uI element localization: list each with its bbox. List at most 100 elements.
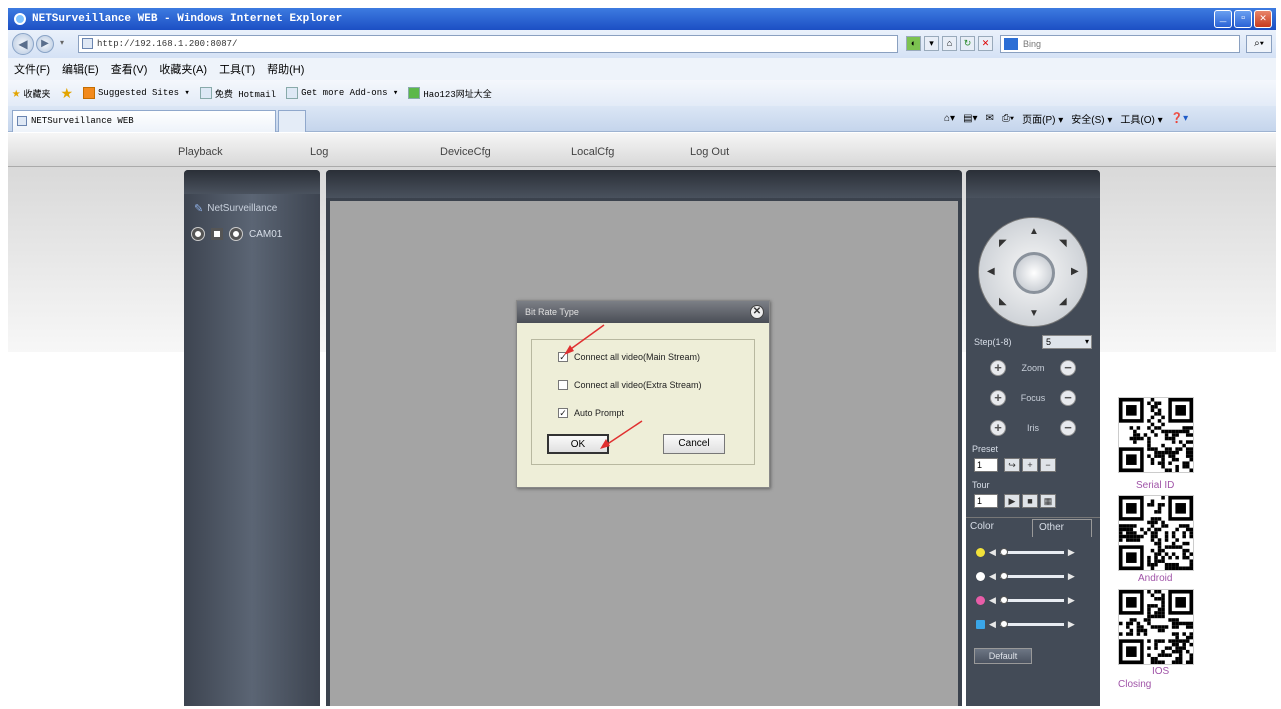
new-tab-button[interactable]	[278, 110, 306, 132]
feeds-icon[interactable]: ▤▾	[963, 113, 977, 124]
ptz-up-icon[interactable]: ▲	[1029, 226, 1039, 237]
checkbox-box[interactable]: ✓	[558, 352, 568, 362]
menu-view[interactable]: 查看(V)	[111, 61, 148, 77]
increase-icon[interactable]: ▶	[1068, 571, 1075, 582]
decrease-icon[interactable]: ◀	[989, 595, 996, 606]
step-select[interactable]: 5 ▾	[1042, 335, 1092, 349]
preset-add-button[interactable]: +	[1022, 458, 1038, 472]
history-dropdown-icon[interactable]: ▾	[60, 38, 64, 47]
menu-file[interactable]: 文件(F)	[14, 61, 50, 77]
nav-devicecfg[interactable]: DeviceCfg	[440, 146, 491, 158]
tab-other[interactable]: Other	[1032, 519, 1092, 537]
tools-menu[interactable]: 工具(O) ▾	[1120, 111, 1162, 126]
help-icon[interactable]: ❓▾	[1171, 113, 1188, 124]
tab-color[interactable]: Color	[970, 521, 994, 532]
fav-hotmail[interactable]: 免费 Hotmail	[199, 87, 276, 100]
add-favorite-icon[interactable]: ★	[60, 85, 73, 102]
print-icon[interactable]: ⎙▾	[1002, 113, 1014, 124]
ios-qr	[1118, 589, 1194, 665]
ptz-downright-icon[interactable]: ◢	[1059, 296, 1067, 307]
minimize-button[interactable]: _	[1214, 10, 1232, 28]
refresh-icon[interactable]: ↻	[960, 36, 975, 51]
focus-in-button[interactable]: +	[990, 390, 1006, 406]
decrease-icon[interactable]: ◀	[989, 619, 996, 630]
saturation-slider[interactable]: ◀ ▶	[976, 595, 1075, 606]
ptz-down-icon[interactable]: ▼	[1029, 308, 1039, 319]
ptz-center-button[interactable]	[1013, 252, 1055, 294]
brightness-slider[interactable]: ◀ ▶	[976, 547, 1075, 558]
menu-edit[interactable]: 编辑(E)	[62, 61, 99, 77]
zoom-in-button[interactable]: +	[990, 360, 1006, 376]
default-button[interactable]: Default	[974, 648, 1032, 664]
ptz-upleft-icon[interactable]: ◤	[999, 238, 1007, 249]
dropdown-icon[interactable]: ▾	[924, 36, 939, 51]
camera-row[interactable]: CAM01	[192, 228, 282, 240]
tour-stop-button[interactable]: ■	[1022, 494, 1038, 508]
address-input[interactable]: http://192.168.1.200:8087/	[78, 35, 898, 53]
tour-grid-button[interactable]: ▦	[1040, 494, 1056, 508]
back-button[interactable]: ◀	[12, 33, 34, 55]
mail-icon[interactable]: ✉	[986, 113, 994, 124]
ptz-right-icon[interactable]: ▶	[1071, 266, 1079, 277]
main-stream-checkbox[interactable]: ✓ Connect all video(Main Stream)	[558, 352, 700, 362]
checkbox-box[interactable]: ✓	[558, 408, 568, 418]
tour-input[interactable]: 1	[974, 494, 998, 508]
preset-input[interactable]: 1	[974, 458, 998, 472]
zoom-out-button[interactable]: −	[1060, 360, 1076, 376]
iris-open-button[interactable]: +	[990, 420, 1006, 436]
extra-stream-checkbox[interactable]: Connect all video(Extra Stream)	[558, 380, 702, 390]
preset-goto-button[interactable]: ↪	[1004, 458, 1020, 472]
menu-help[interactable]: 帮助(H)	[267, 61, 304, 77]
close-window-button[interactable]: ✕	[1254, 10, 1272, 28]
increase-icon[interactable]: ▶	[1068, 595, 1075, 606]
hue-slider[interactable]: ◀ ▶	[976, 619, 1075, 630]
search-button[interactable]: ⌕▾	[1246, 35, 1272, 53]
nav-playback[interactable]: Playback	[178, 146, 223, 158]
iris-close-button[interactable]: −	[1060, 420, 1076, 436]
safety-menu[interactable]: 安全(S) ▾	[1071, 111, 1112, 126]
ptz-upright-icon[interactable]: ◥	[1059, 238, 1067, 249]
decrease-icon[interactable]: ◀	[989, 547, 996, 558]
cancel-button[interactable]: Cancel	[663, 434, 725, 454]
command-bar: ⌂▾ ▤▾ ✉ ⎙▾ 页面(P) ▾ 安全(S) ▾ 工具(O) ▾ ❓▾	[944, 111, 1188, 126]
menu-favorites[interactable]: 收藏夹(A)	[159, 61, 207, 77]
contrast-icon	[976, 572, 985, 581]
stop-icon[interactable]	[211, 228, 223, 240]
ok-button[interactable]: OK	[547, 434, 609, 454]
nav-log[interactable]: Log	[310, 146, 328, 158]
search-input[interactable]: Bing	[1000, 35, 1240, 53]
dialog-close-button[interactable]: ✕	[750, 305, 764, 319]
fav-addons[interactable]: Get more Add-ons ▾	[286, 87, 398, 99]
ptz-downleft-icon[interactable]: ◣	[999, 296, 1007, 307]
increase-icon[interactable]: ▶	[1068, 547, 1075, 558]
forward-button[interactable]: ▶	[36, 35, 54, 53]
play-icon[interactable]	[230, 228, 242, 240]
nav-logout[interactable]: Log Out	[690, 146, 729, 158]
menu-tools[interactable]: 工具(T)	[219, 61, 255, 77]
fav-suggested-sites[interactable]: Suggested Sites ▾	[83, 87, 190, 99]
nav-localcfg[interactable]: LocalCfg	[571, 146, 614, 158]
record-icon[interactable]	[192, 228, 204, 240]
stop-icon[interactable]: ✕	[978, 36, 993, 51]
rss-icon[interactable]: ⌂	[942, 36, 957, 51]
closing-link[interactable]: Closing	[1118, 679, 1151, 690]
home-icon[interactable]: ⌂▾	[944, 113, 955, 124]
tour-play-button[interactable]: ▶	[1004, 494, 1020, 508]
decrease-icon[interactable]: ◀	[989, 571, 996, 582]
checkbox-box[interactable]	[558, 380, 568, 390]
compat-icon[interactable]: ◐	[906, 36, 921, 51]
device-tree-root[interactable]: ✎ NetSurveillance	[194, 202, 277, 215]
browser-tab[interactable]: NETSurveillance WEB	[12, 110, 276, 132]
maximize-button[interactable]: ▫	[1234, 10, 1252, 28]
android-label: Android	[1138, 573, 1173, 584]
focus-out-button[interactable]: −	[1060, 390, 1076, 406]
fav-hao123[interactable]: Hao123网址大全	[408, 87, 492, 100]
page-menu[interactable]: 页面(P) ▾	[1022, 111, 1063, 126]
preset-remove-button[interactable]: −	[1040, 458, 1056, 472]
ptz-left-icon[interactable]: ◀	[987, 266, 995, 277]
ptz-joystick[interactable]: ▲ ▼ ◀ ▶ ◤ ◥ ◣ ◢	[978, 217, 1088, 327]
contrast-slider[interactable]: ◀ ▶	[976, 571, 1075, 582]
increase-icon[interactable]: ▶	[1068, 619, 1075, 630]
favorites-button[interactable]: ★ 收藏夹	[12, 85, 50, 102]
auto-prompt-checkbox[interactable]: ✓ Auto Prompt	[558, 408, 624, 418]
